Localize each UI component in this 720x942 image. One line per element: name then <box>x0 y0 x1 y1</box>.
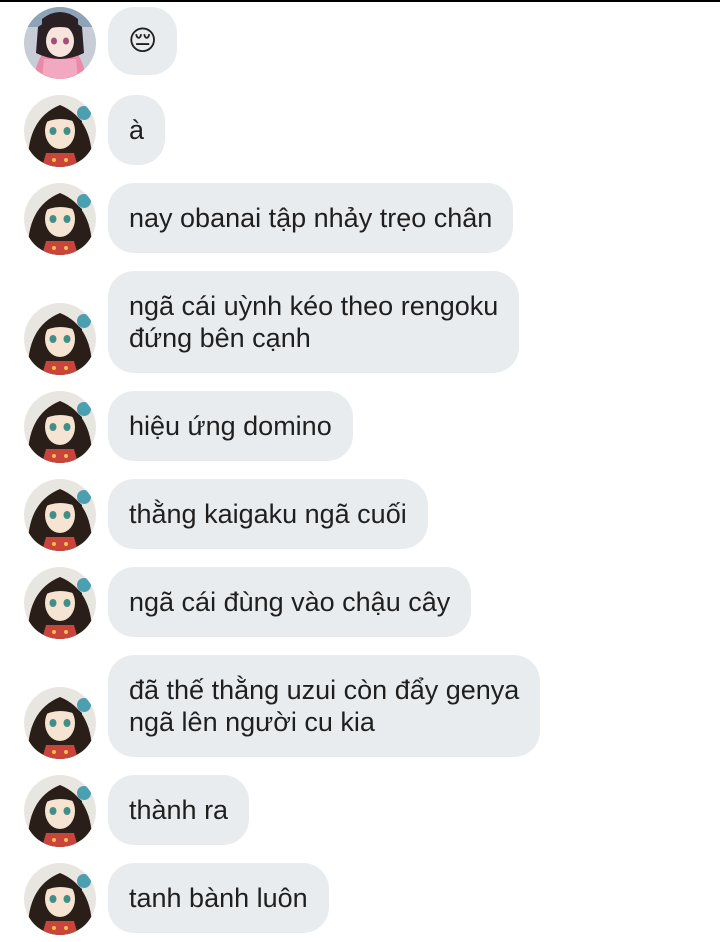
avatar[interactable] <box>24 183 96 255</box>
avatar[interactable] <box>24 95 96 167</box>
avatar[interactable] <box>24 567 96 639</box>
message-text-line: ngã cái uỳnh kéo theo rengoku <box>129 291 499 321</box>
message-text: thành ra <box>129 795 229 825</box>
message-text: à <box>129 115 145 145</box>
avatar-mitsuri-image <box>24 95 96 167</box>
chat-thread: 😔 à nay obanai tập nhảy trẹo chân ngã cá… <box>0 0 720 942</box>
avatar[interactable] <box>24 303 96 375</box>
message-bubble[interactable]: tanh bành luôn <box>108 863 329 933</box>
message-text: thằng kaigaku ngã cuối <box>129 499 407 529</box>
message-bubble[interactable]: ngã cái uỳnh kéo theo rengoku đứng bên c… <box>108 271 520 373</box>
avatar-mitsuri-image <box>24 775 96 847</box>
message-bubble[interactable]: à <box>108 95 166 165</box>
avatar-mitsuri-image <box>24 687 96 759</box>
message-text: hiệu ứng domino <box>129 411 332 441</box>
avatar-mitsuri-image <box>24 303 96 375</box>
message-bubble[interactable]: thằng kaigaku ngã cuối <box>108 479 428 549</box>
avatar-mitsuri-image <box>24 479 96 551</box>
emoji-pensive: 😔 <box>128 25 158 56</box>
message-bubble[interactable]: 😔 <box>108 7 178 75</box>
message-text: ngã cái đùng vào chậu cây <box>129 587 451 617</box>
avatar-mitsuri-image <box>24 567 96 639</box>
avatar[interactable] <box>24 775 96 847</box>
message-bubble[interactable]: hiệu ứng domino <box>108 391 353 461</box>
message-text: tanh bành luôn <box>129 883 308 913</box>
avatar-mitsuri-image <box>24 391 96 463</box>
avatar[interactable] <box>24 7 96 79</box>
avatar[interactable] <box>24 479 96 551</box>
message-bubble[interactable]: ngã cái đùng vào chậu cây <box>108 567 472 637</box>
message-bubble[interactable]: nay obanai tập nhảy trẹo chân <box>108 183 514 253</box>
avatar[interactable] <box>24 863 96 935</box>
avatar[interactable] <box>24 391 96 463</box>
avatar-mitsuri-image <box>24 863 96 935</box>
avatar-nezuko-image <box>24 7 96 79</box>
avatar-mitsuri-image <box>24 183 96 255</box>
message-text-line: đã thế thằng uzui còn đẩy genya <box>129 675 520 705</box>
message-text: nay obanai tập nhảy trẹo chân <box>129 203 493 233</box>
message-bubble[interactable]: đã thế thằng uzui còn đẩy genya ngã lên … <box>108 655 541 757</box>
message-text-line: đứng bên cạnh <box>129 323 311 353</box>
message-bubble[interactable]: thành ra <box>108 775 250 845</box>
avatar[interactable] <box>24 687 96 759</box>
message-text-line: ngã lên người cu kia <box>129 707 375 737</box>
